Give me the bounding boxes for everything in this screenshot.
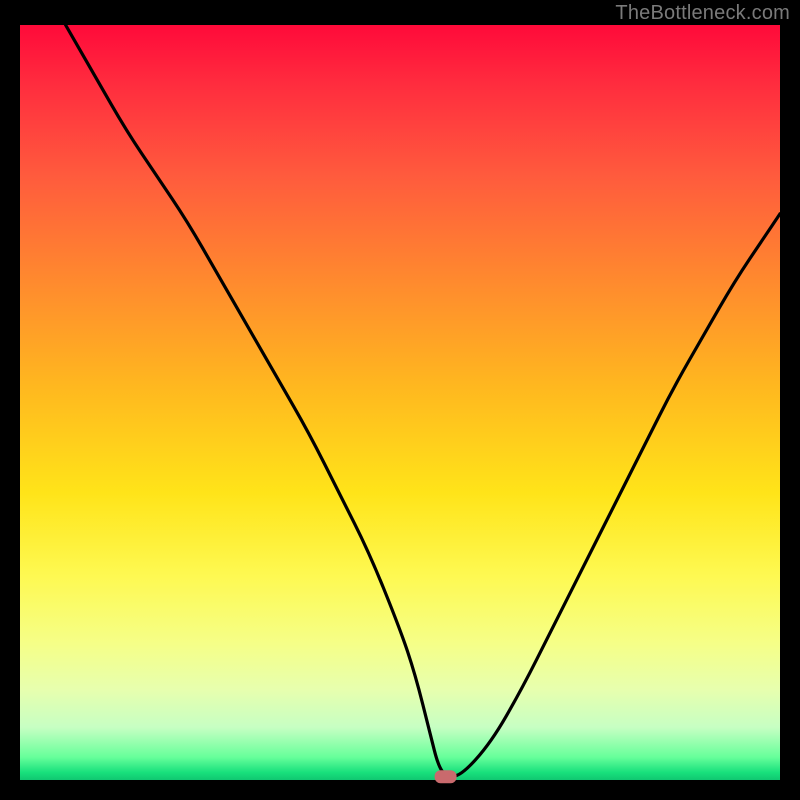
chart-frame: TheBottleneck.com	[0, 0, 800, 800]
chart-plot-area	[20, 25, 780, 780]
minimum-marker	[435, 770, 457, 783]
watermark-label: TheBottleneck.com	[615, 2, 790, 25]
bottleneck-curve	[66, 25, 780, 776]
chart-svg	[20, 25, 780, 780]
